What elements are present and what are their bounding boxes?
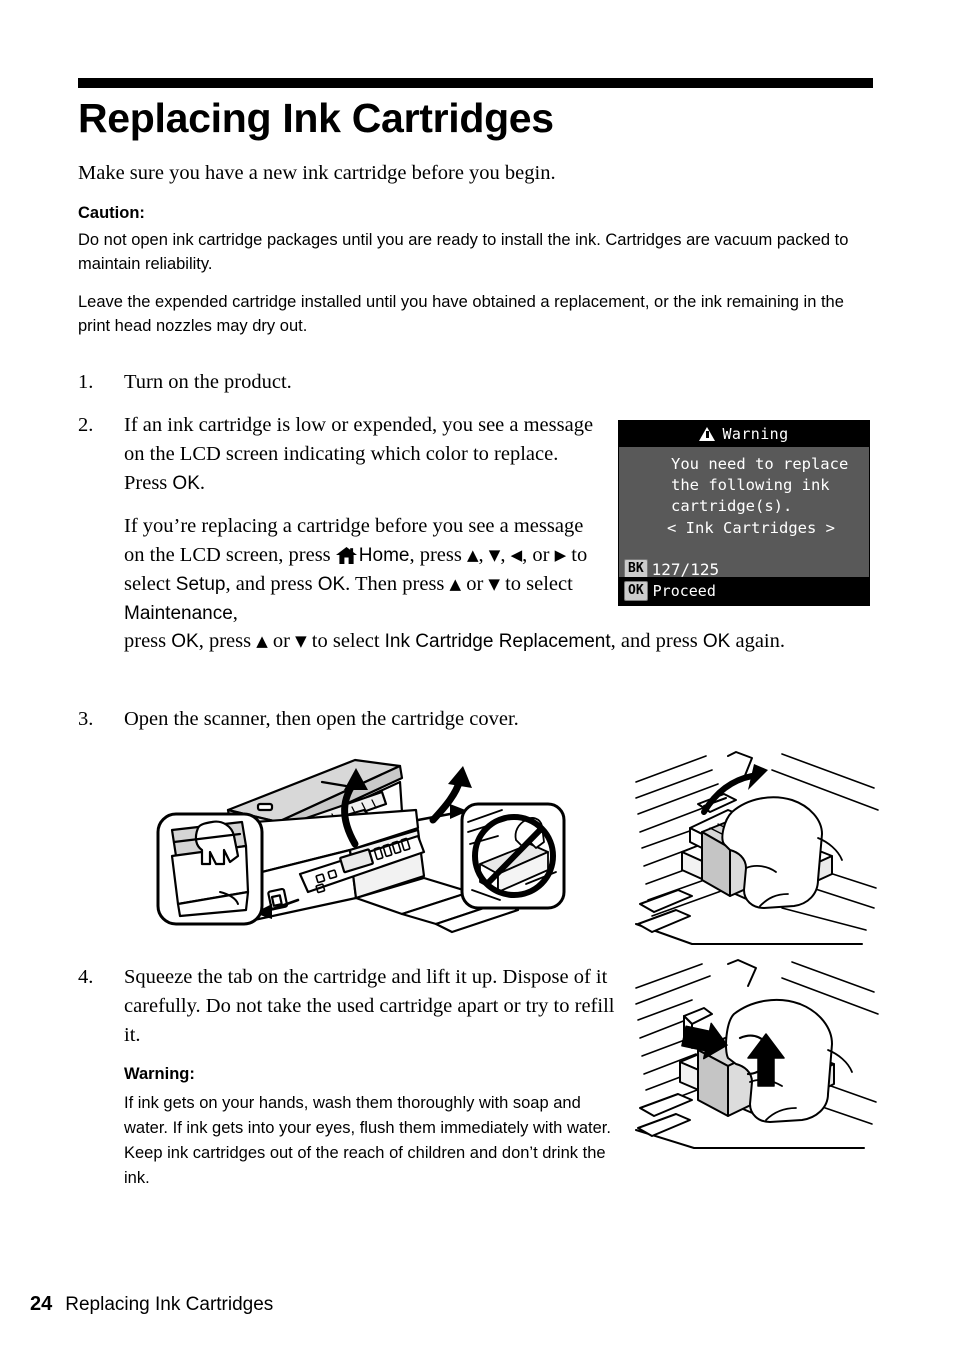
sep-2: ,	[500, 544, 511, 566]
step-2-paragraph-3: press OK, press ▲ or ▼ to select Ink Car…	[124, 627, 873, 656]
warning-triangle-icon	[699, 427, 716, 441]
ink-cartridge-replacement-term: Ink Cartridge Replacement	[384, 631, 611, 652]
warning-body: If ink gets on your hands, wash them tho…	[124, 1094, 611, 1187]
ok-button-term-4: OK	[702, 631, 731, 652]
home-icon	[335, 544, 357, 564]
step-2-number: 2.	[78, 414, 94, 436]
ok-button-term: OK	[172, 473, 200, 494]
step-2: 2. If an ink cartridge is low or expende…	[78, 411, 598, 628]
step-2-paragraph-2: If you’re replacing a cartridge before y…	[124, 512, 598, 628]
page-footer: 24 Replacing Ink Cartridges	[30, 1293, 273, 1316]
step-2-text-j: to select	[499, 573, 573, 595]
footer-section-title: Replacing Ink Cartridges	[65, 1294, 274, 1315]
step-2-text-p: , and press	[610, 630, 703, 652]
step-3-text: Open the scanner, then open the cartridg…	[124, 708, 519, 730]
sep-1: ,	[478, 544, 489, 566]
lcd-title-bar: Warning	[619, 421, 869, 447]
arrow-down-icon-2: ▼	[488, 575, 500, 593]
step-2-continued: press OK, press ▲ or ▼ to select Ink Car…	[78, 627, 873, 656]
lcd-bottom-bar: OK Proceed	[619, 577, 869, 605]
arrow-down-icon-3: ▼	[295, 632, 307, 650]
callout-close-scanner	[156, 812, 264, 926]
lcd-screen-figure: Warning You need to replace the followin…	[618, 420, 870, 606]
step-2-text-d: , press	[409, 544, 467, 566]
squeeze-cartridge-illustration	[632, 958, 882, 1150]
ok-key-badge: OK	[624, 581, 648, 601]
title-rule	[78, 78, 873, 88]
step-1-text: Turn on the product.	[124, 371, 292, 393]
step-2-text-l: press	[124, 630, 172, 652]
lcd-message-line-1: You need to replace	[671, 455, 849, 473]
lcd-ink-number: 127/125	[651, 559, 720, 579]
document-page: Replacing Ink Cartridges Make sure you h…	[0, 0, 954, 1352]
step-4: 4. Squeeze the tab on the cartridge and …	[78, 963, 618, 1050]
lcd-title-text: Warning	[722, 425, 789, 443]
arrow-up-icon-3: ▲	[256, 632, 268, 650]
arrow-left-icon: ◀	[510, 546, 523, 564]
lcd-body: You need to replace the following ink ca…	[619, 447, 869, 575]
setup-menu-term: Setup	[175, 574, 226, 595]
caution-paragraph-2: Leave the expended cartridge installed u…	[78, 293, 844, 335]
step-2-text-i: or	[461, 573, 489, 595]
ok-button-term-3: OK	[171, 631, 199, 652]
caution-paragraph-1: Do not open ink cartridge packages until…	[78, 231, 849, 273]
arrow-right-icon: ▶	[554, 546, 567, 564]
footer-page-number: 24	[30, 1293, 53, 1315]
warning-heading: Warning:	[124, 1065, 195, 1083]
step-1-number: 1.	[78, 371, 94, 393]
intro-paragraph: Make sure you have a new ink cartridge b…	[78, 162, 556, 184]
arrow-down-icon: ▼	[488, 546, 501, 564]
cartridge-cover-illustration	[632, 748, 882, 948]
home-button-term: Home	[358, 545, 410, 566]
step-2-text-b: .	[199, 472, 205, 494]
callout-do-not-touch	[460, 802, 566, 910]
lcd-message-line-3: cartridge(s).	[671, 497, 793, 515]
caution-heading: Caution:	[78, 204, 145, 222]
lcd-message-line-2: the following ink	[671, 476, 830, 494]
lcd-ink-row: BK 127/125	[624, 559, 719, 579]
ok-button-term-2: OK	[317, 574, 346, 595]
step-2-paragraph-1: If an ink cartridge is low or expended, …	[124, 411, 598, 498]
step-2-text-n: or	[267, 630, 296, 652]
step-2-text-h: . Then press	[345, 573, 450, 595]
arrow-up-icon: ▲	[466, 546, 479, 564]
step-1: 1. Turn on the product.	[78, 368, 598, 397]
lcd-cartridges-header: < Ink Cartridges >	[667, 519, 835, 537]
scanner-open-illustration	[150, 752, 570, 952]
step-3: 3. Open the scanner, then open the cartr…	[78, 705, 638, 734]
step-3-number: 3.	[78, 708, 94, 730]
step-2-text-m: , press	[198, 630, 257, 652]
step-2-text-o: to select	[306, 630, 385, 652]
step-4-number: 4.	[78, 966, 94, 988]
step-2-text-e: , or	[522, 544, 555, 566]
step-2-text-q: again.	[730, 630, 785, 652]
page-title: Replacing Ink Cartridges	[78, 95, 554, 141]
bk-ink-badge: BK	[624, 559, 648, 579]
step-4-text: Squeeze the tab on the cartridge and lif…	[124, 966, 615, 1046]
step-2-text-g: , and press	[225, 573, 318, 595]
maintenance-menu-term: Maintenance	[124, 603, 233, 624]
arrow-up-icon-2: ▲	[449, 575, 462, 593]
step-2-text-k: ,	[232, 602, 238, 624]
lcd-proceed-label: Proceed	[652, 582, 716, 600]
